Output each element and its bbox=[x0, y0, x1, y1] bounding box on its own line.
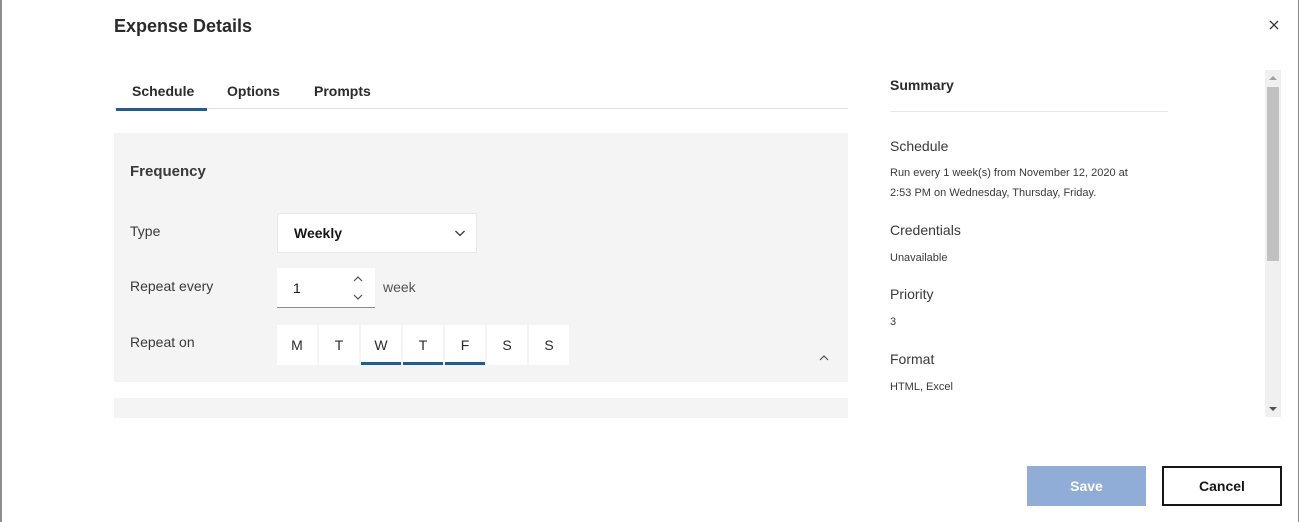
triangle-down-icon bbox=[1269, 407, 1277, 411]
repeat-on-label: Repeat on bbox=[130, 334, 195, 350]
frequency-title: Frequency bbox=[130, 163, 206, 180]
day-tuesday[interactable]: T bbox=[319, 325, 359, 365]
summary-priority-value: 3 bbox=[890, 316, 897, 328]
day-thursday[interactable]: T bbox=[403, 325, 443, 365]
summary-scrollbar[interactable] bbox=[1265, 70, 1281, 417]
repeat-every-value: 1 bbox=[293, 279, 301, 296]
day-selector: M T W T F S S bbox=[277, 325, 569, 365]
tab-prompts[interactable]: Prompts bbox=[297, 72, 387, 109]
close-button[interactable] bbox=[1263, 14, 1285, 36]
summary-title: Summary bbox=[890, 77, 954, 93]
stepper-down-button[interactable] bbox=[351, 290, 365, 302]
scrollbar-thumb[interactable] bbox=[1267, 87, 1279, 261]
quantity-stepper bbox=[351, 272, 365, 302]
tab-schedule[interactable]: Schedule bbox=[114, 72, 207, 111]
day-monday[interactable]: M bbox=[277, 325, 317, 365]
day-wednesday[interactable]: W bbox=[361, 325, 401, 365]
day-saturday[interactable]: S bbox=[487, 325, 527, 365]
summary-divider bbox=[890, 111, 1168, 112]
repeat-every-input[interactable]: 1 bbox=[277, 268, 375, 308]
repeat-every-unit: week bbox=[383, 279, 416, 295]
tab-list: Schedule Options Prompts bbox=[114, 72, 848, 111]
chevron-up-icon bbox=[353, 276, 363, 282]
scroll-down-button[interactable] bbox=[1265, 401, 1281, 417]
type-select[interactable]: Weekly bbox=[277, 213, 477, 253]
cancel-button[interactable]: Cancel bbox=[1162, 466, 1282, 506]
tab-options[interactable]: Options bbox=[207, 72, 297, 109]
summary-credentials-label: Credentials bbox=[890, 222, 961, 238]
scroll-up-button[interactable] bbox=[1265, 70, 1281, 86]
summary-format-label: Format bbox=[890, 351, 935, 367]
chevron-down-icon bbox=[353, 294, 363, 300]
chevron-down-icon bbox=[455, 230, 465, 237]
day-friday[interactable]: F bbox=[445, 325, 485, 365]
next-section-panel bbox=[114, 398, 848, 418]
save-button[interactable]: Save bbox=[1027, 466, 1146, 506]
stepper-up-button[interactable] bbox=[351, 272, 365, 284]
chevron-up-icon bbox=[819, 355, 829, 361]
summary-schedule-line1: Run every 1 week(s) from November 12, 20… bbox=[890, 167, 1128, 179]
frequency-panel: Frequency Type Weekly Repeat every 1 wee… bbox=[114, 133, 848, 382]
summary-schedule-line2: 2:53 PM on Wednesday, Thursday, Friday. bbox=[890, 187, 1097, 199]
summary-priority-label: Priority bbox=[890, 286, 934, 302]
type-select-value: Weekly bbox=[294, 225, 342, 241]
day-sunday[interactable]: S bbox=[529, 325, 569, 365]
dialog-title: Expense Details bbox=[114, 16, 253, 36]
summary-format-value: HTML, Excel bbox=[890, 381, 953, 393]
collapse-button[interactable] bbox=[816, 350, 832, 366]
summary-credentials-text: Unavailable bbox=[890, 253, 948, 263]
close-icon bbox=[1269, 20, 1279, 30]
triangle-up-icon bbox=[1269, 76, 1277, 80]
summary-schedule-label: Schedule bbox=[890, 138, 949, 154]
type-label: Type bbox=[130, 223, 161, 239]
summary-credentials-value: Unavailable bbox=[890, 253, 1160, 263]
repeat-every-label: Repeat every bbox=[130, 278, 214, 294]
